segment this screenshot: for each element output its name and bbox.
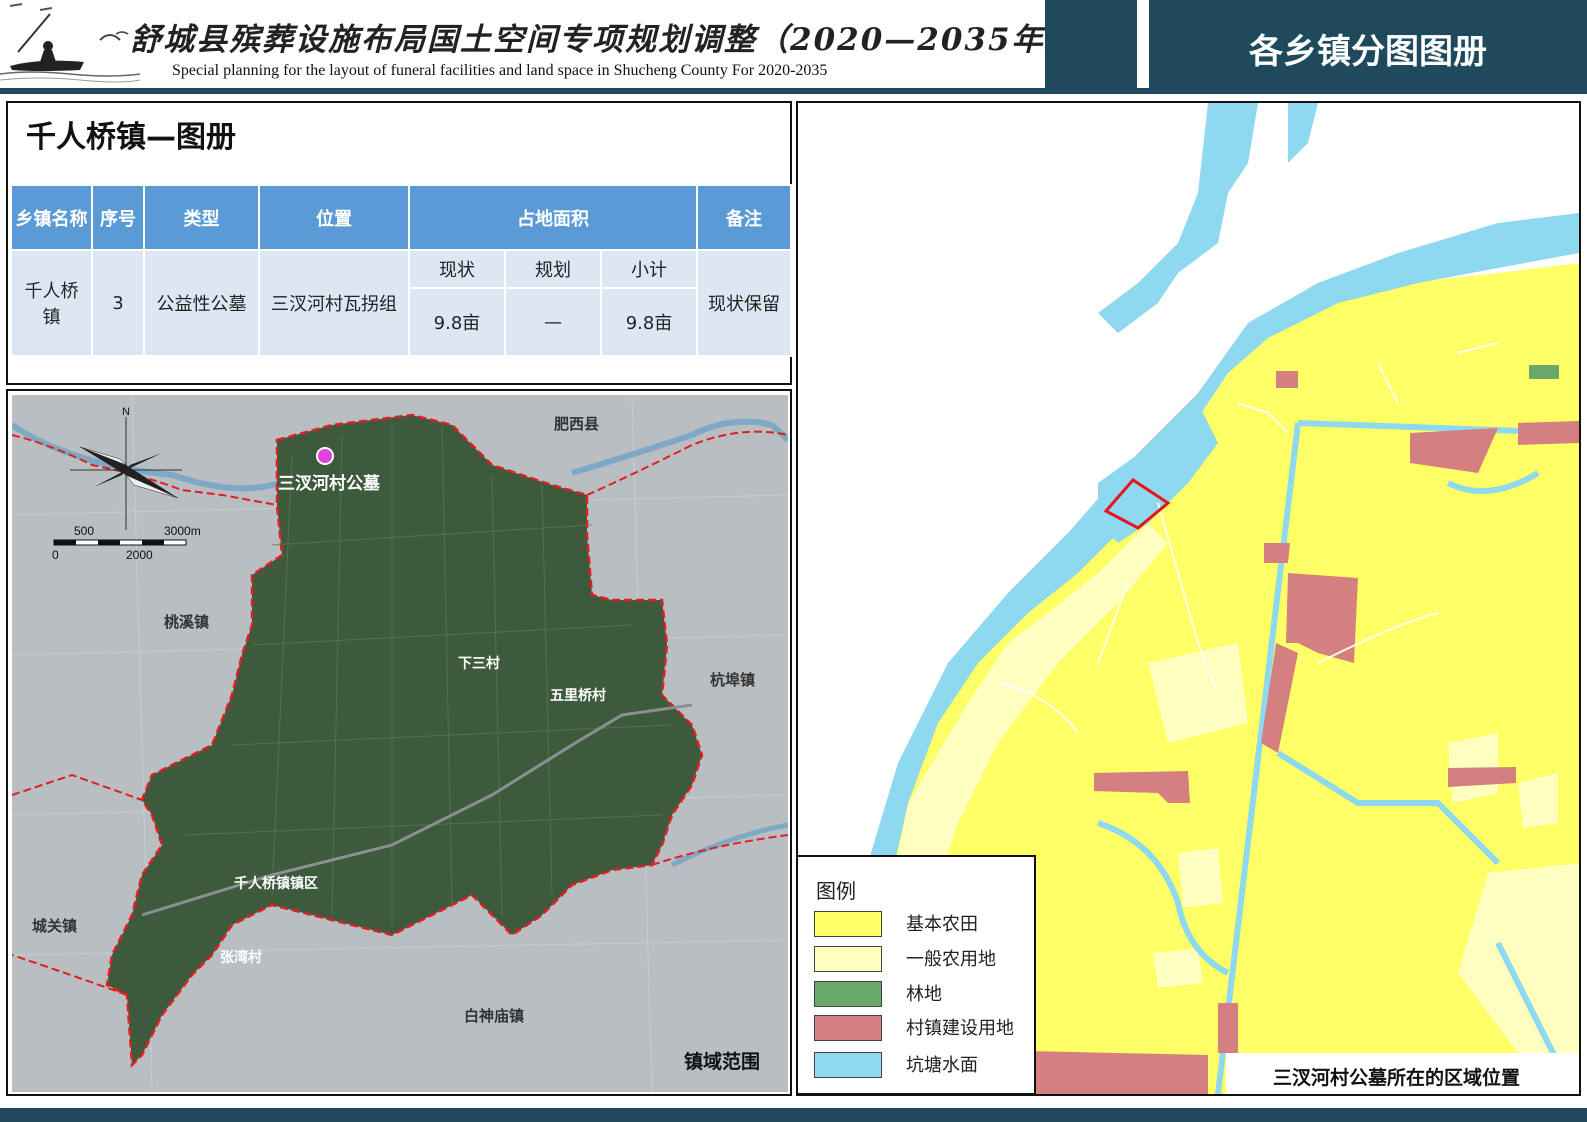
place-label-hangbu: 杭埠镇 bbox=[710, 671, 756, 689]
header-accent-block bbox=[1045, 0, 1137, 88]
footer-bar bbox=[0, 1108, 1587, 1122]
legend-swatch bbox=[814, 1052, 882, 1078]
cemetery-marker bbox=[316, 447, 334, 465]
cell-current: 9.8亩 bbox=[408, 287, 506, 357]
legend-swatch bbox=[814, 911, 882, 937]
col-header-area: 占地面积 bbox=[407, 184, 699, 251]
cemetery-table: 乡镇名称 序号 类型 位置 占地面积 备注 千人桥镇 3 公益性公墓 三汊河村瓦… bbox=[10, 184, 793, 357]
place-label-feixi: 肥西县 bbox=[554, 415, 600, 433]
cell-township: 千人桥镇 bbox=[10, 249, 93, 357]
col-header-township: 乡镇名称 bbox=[10, 184, 93, 251]
legend-swatch bbox=[814, 946, 882, 972]
township-map-panel: N 500 3000m 0 2000 肥西县 桃溪镇 杭埠镇 城关镇 白神庙镇 … bbox=[6, 389, 792, 1096]
legend-item: 一般农用地 bbox=[814, 944, 1024, 972]
col-header-type: 类型 bbox=[143, 184, 260, 251]
legend: 图例 基本农田 一般农用地 林地 村镇建设用地 坑塘水面 bbox=[798, 855, 1036, 1094]
forest-land bbox=[1529, 365, 1559, 379]
table-header-row: 乡镇名称 序号 类型 位置 占地面积 备注 bbox=[10, 184, 793, 251]
legend-swatch bbox=[814, 1015, 882, 1041]
cell-planned: — bbox=[504, 287, 602, 357]
place-label-town-center: 千人桥镇镇区 bbox=[234, 876, 318, 892]
sub-header-subtotal: 小计 bbox=[599, 249, 699, 289]
header-banner: 舒城县殡葬设施布局国土空间专项规划调整（2020—2035年） Special … bbox=[0, 0, 1076, 88]
satellite-map: N 500 3000m 0 2000 bbox=[12, 395, 788, 1092]
scale-label-500: 500 bbox=[74, 524, 94, 538]
col-header-seq: 序号 bbox=[91, 184, 145, 251]
place-label-zhangwan: 张湾村 bbox=[220, 950, 262, 966]
sub-header-current: 现状 bbox=[408, 249, 506, 289]
cemetery-label: 三汊河村公墓 bbox=[278, 474, 380, 494]
legend-title: 图例 bbox=[816, 879, 856, 903]
legend-label: 一般农用地 bbox=[906, 949, 996, 970]
sub-header-planned: 规划 bbox=[504, 249, 602, 289]
legend-label: 基本农田 bbox=[906, 914, 978, 935]
place-label-chengguan: 城关镇 bbox=[32, 917, 78, 935]
header-gap bbox=[1137, 0, 1149, 88]
place-label-taoxi: 桃溪镇 bbox=[164, 613, 210, 631]
place-label-wuliqiao: 五里桥村 bbox=[550, 688, 606, 704]
cell-subtotal: 9.8亩 bbox=[599, 287, 699, 357]
section-title: 各乡镇分图图册 bbox=[1249, 32, 1487, 72]
site-location-panel: 图例 基本农田 一般农用地 林地 村镇建设用地 坑塘水面 三汊河村公墓所在的区域… bbox=[796, 101, 1581, 1096]
general-farmland bbox=[1178, 848, 1223, 908]
table-row: 千人桥镇 3 公益性公墓 三汊河村瓦拐组 现状 规划 小计 现状保留 bbox=[10, 249, 793, 357]
cell-remark: 现状保留 bbox=[696, 249, 793, 357]
town-title: 千人桥镇—图册 bbox=[26, 120, 236, 155]
legend-item: 坑塘水面 bbox=[814, 1050, 1024, 1078]
scale-label-0: 0 bbox=[52, 548, 59, 562]
cell-seq: 3 bbox=[91, 249, 145, 357]
header-title-en: Special planning for the layout of funer… bbox=[172, 62, 828, 79]
col-header-location: 位置 bbox=[258, 184, 410, 251]
col-header-remark: 备注 bbox=[696, 184, 793, 251]
legend-label: 村镇建设用地 bbox=[906, 1018, 1014, 1039]
general-farmland bbox=[1153, 948, 1203, 988]
scale-label-2000: 2000 bbox=[126, 548, 153, 562]
cell-location: 三汊河村瓦拐组 bbox=[258, 249, 410, 357]
legend-item: 基本农田 bbox=[814, 909, 1024, 937]
legend-label: 林地 bbox=[906, 984, 942, 1005]
header-underline bbox=[0, 88, 1587, 94]
scale-label-3000m: 3000m bbox=[164, 524, 201, 538]
place-label-baishenmiao: 白神庙镇 bbox=[464, 1007, 525, 1025]
north-label: N bbox=[122, 406, 130, 418]
legend-item: 林地 bbox=[814, 979, 1024, 1007]
legend-label: 坑塘水面 bbox=[906, 1055, 978, 1076]
place-label-xiasan: 下三村 bbox=[458, 656, 500, 672]
legend-item: 村镇建设用地 bbox=[814, 1013, 1024, 1041]
header-title-cn: 舒城县殡葬设施布局国土空间专项规划调整（2020—2035年） bbox=[130, 22, 1078, 58]
map-caption: 三汊河村公墓所在的区域位置 bbox=[1273, 1067, 1521, 1089]
map-caption: 镇域范围 bbox=[684, 1051, 761, 1073]
fisherman-illustration bbox=[0, 0, 140, 84]
cell-type: 公益性公墓 bbox=[143, 249, 260, 357]
legend-swatch bbox=[814, 981, 882, 1007]
